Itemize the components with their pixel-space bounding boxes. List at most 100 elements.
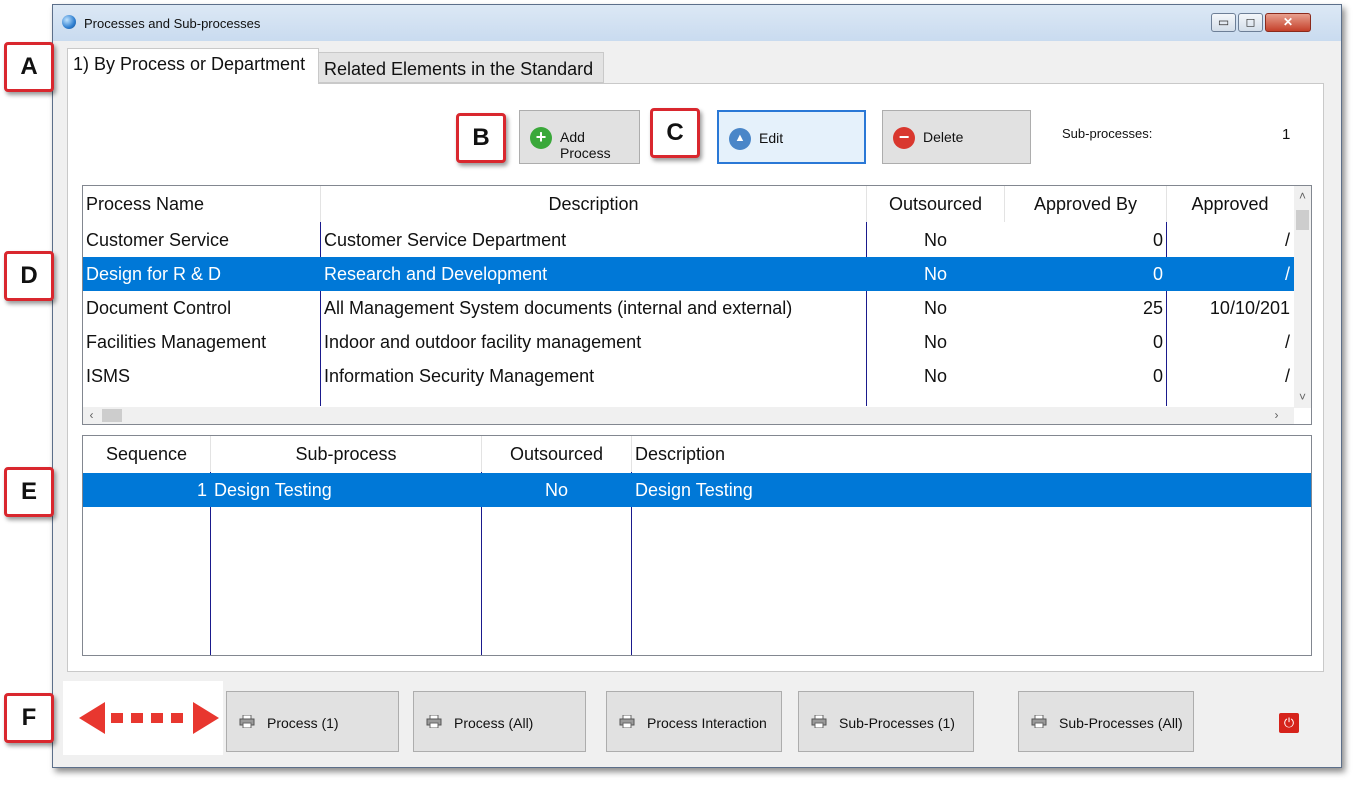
- column-header-outsourced[interactable]: Outsourced: [867, 186, 1004, 222]
- cell-name: Design for R & D: [86, 264, 222, 284]
- report-button-label: Sub-Processes (1): [839, 715, 955, 731]
- power-icon[interactable]: ⏻: [1279, 713, 1299, 733]
- cell-approved: /: [1284, 332, 1290, 352]
- subprocesses-count-label: Sub-processes:: [1062, 126, 1153, 141]
- table-row[interactable]: Customer Service Customer Service Departm…: [83, 223, 1294, 257]
- callout-f: F: [4, 693, 54, 743]
- report-button-label: Process (All): [454, 715, 534, 731]
- edit-button[interactable]: ▲ Edit: [717, 110, 866, 164]
- cell-approved-by: 0: [1152, 332, 1163, 352]
- callout-b: B: [456, 113, 506, 163]
- add-process-label: Add Process: [560, 129, 611, 161]
- cell-outsourced: No: [923, 332, 947, 352]
- header-separator: [631, 436, 632, 472]
- horizontal-scrollbar[interactable]: ‹ ›: [83, 407, 1294, 424]
- title-bar[interactable]: Processes and Sub-processes ▭ ◻ ✕: [53, 5, 1341, 41]
- cell-outsourced: No: [923, 298, 947, 318]
- cell-outsourced: No: [544, 480, 568, 500]
- double-arrow-icon: [79, 702, 219, 734]
- callout-d: D: [4, 251, 54, 301]
- printer-icon: [426, 715, 442, 728]
- cell-sequence: 1: [196, 480, 207, 500]
- add-process-button[interactable]: + Add Process: [519, 110, 640, 164]
- cell-description: Design Testing: [635, 480, 753, 500]
- cell-description: All Management System documents (interna…: [324, 298, 793, 318]
- globe-icon: [62, 15, 76, 29]
- minimize-button[interactable]: ▭: [1211, 13, 1236, 32]
- close-button[interactable]: ✕: [1265, 13, 1311, 32]
- cell-name: Facilities Management: [86, 332, 267, 352]
- cell-description: Customer Service Department: [324, 230, 567, 250]
- cell-subprocess: Design Testing: [214, 480, 332, 500]
- close-icon: ✕: [1282, 15, 1294, 29]
- report-button-label: Sub-Processes (All): [1059, 715, 1183, 731]
- subprocesses-count-value: 1: [1282, 126, 1291, 143]
- cell-name: Document Control: [86, 298, 232, 318]
- cell-outsourced: No: [923, 366, 947, 386]
- printer-icon: [619, 715, 635, 728]
- report-button-2[interactable]: Process (All): [413, 691, 586, 752]
- cell-name: ISMS: [86, 366, 131, 386]
- column-header-subprocess[interactable]: Sub-process: [211, 436, 481, 472]
- scroll-right-arrow-icon[interactable]: ›: [1268, 407, 1285, 424]
- cell-outsourced: No: [923, 230, 947, 250]
- plus-circle-icon: +: [530, 127, 552, 149]
- cell-approved: 10/10/201: [1209, 298, 1290, 318]
- report-button-3[interactable]: Process Interaction: [606, 691, 782, 752]
- scroll-left-arrow-icon[interactable]: ‹: [83, 407, 100, 424]
- column-header-approved[interactable]: Approved: [1167, 186, 1293, 222]
- cell-approved: /: [1284, 366, 1290, 386]
- cell-outsourced: No: [923, 264, 947, 284]
- tab-panel: + Add Process ▲ Edit − Delete Sub-proces…: [67, 83, 1324, 672]
- report-button-label: Process (1): [267, 715, 339, 731]
- cell-approved-by: 25: [1142, 298, 1163, 318]
- table-row[interactable]: Document Control All Management System do…: [83, 291, 1294, 325]
- scroll-up-arrow-icon[interactable]: ˄: [1294, 188, 1311, 205]
- maximize-icon: ◻: [1245, 15, 1256, 29]
- maximize-button[interactable]: ◻: [1238, 13, 1263, 32]
- column-header-approved-by[interactable]: Approved By: [1005, 186, 1166, 222]
- cell-approved: /: [1284, 264, 1290, 284]
- printer-icon: [811, 715, 827, 728]
- column-header-process-name[interactable]: Process Name: [86, 186, 320, 222]
- table-row[interactable]: 1 Design Testing No Design Testing: [83, 473, 1311, 507]
- callout-a: A: [4, 42, 54, 92]
- column-header-description[interactable]: Description: [321, 186, 866, 222]
- minimize-icon: ▭: [1217, 15, 1230, 29]
- column-header-sequence[interactable]: Sequence: [83, 436, 210, 472]
- report-button-label: Process Interaction: [647, 715, 767, 731]
- report-button-1[interactable]: Process (1): [226, 691, 399, 752]
- process-grid[interactable]: Process Name Description Outsourced Appr…: [82, 185, 1312, 425]
- cell-description: Indoor and outdoor facility management: [324, 332, 642, 352]
- vertical-scroll-thumb[interactable]: [1296, 210, 1309, 230]
- vertical-scrollbar[interactable]: ˄ ˅: [1294, 186, 1311, 408]
- report-button-5[interactable]: Sub-Processes (All): [1018, 691, 1194, 752]
- callout-e: E: [4, 467, 54, 517]
- table-row[interactable]: Facilities Management Indoor and outdoor …: [83, 325, 1294, 359]
- horizontal-scroll-thumb[interactable]: [102, 409, 122, 422]
- scroll-down-arrow-icon[interactable]: ˅: [1294, 389, 1311, 406]
- cell-description: Research and Development: [324, 264, 548, 284]
- cell-approved-by: 0: [1152, 366, 1163, 386]
- minus-circle-icon: −: [893, 127, 915, 149]
- cell-name: Customer Service: [86, 230, 230, 250]
- table-row[interactable]: Design for R & D Research and Development…: [83, 257, 1294, 291]
- printer-icon: [239, 715, 255, 728]
- delete-button[interactable]: − Delete: [882, 110, 1031, 164]
- window-title: Processes and Sub-processes: [84, 16, 261, 31]
- subprocess-grid[interactable]: Sequence Sub-process Outsourced Descript…: [82, 435, 1312, 656]
- edit-label: Edit: [759, 130, 784, 146]
- report-button-4[interactable]: Sub-Processes (1): [798, 691, 974, 752]
- printer-icon: [1031, 715, 1047, 728]
- cell-approved-by: 0: [1152, 264, 1163, 284]
- tab-by-process[interactable]: 1) By Process or Department: [67, 48, 319, 84]
- table-row[interactable]: ISMS Information Security Management No 0 /: [83, 359, 1294, 393]
- triangle-circle-icon: ▲: [729, 128, 751, 150]
- column-header-sub-outsourced[interactable]: Outsourced: [482, 436, 631, 472]
- cell-description: Information Security Management: [324, 366, 595, 386]
- cell-approved: /: [1284, 230, 1290, 250]
- tab-related-elements[interactable]: Related Elements in the Standard: [318, 52, 604, 83]
- column-header-sub-description[interactable]: Description: [635, 436, 1235, 472]
- cell-approved-by: 0: [1152, 230, 1163, 250]
- delete-label: Delete: [923, 129, 964, 145]
